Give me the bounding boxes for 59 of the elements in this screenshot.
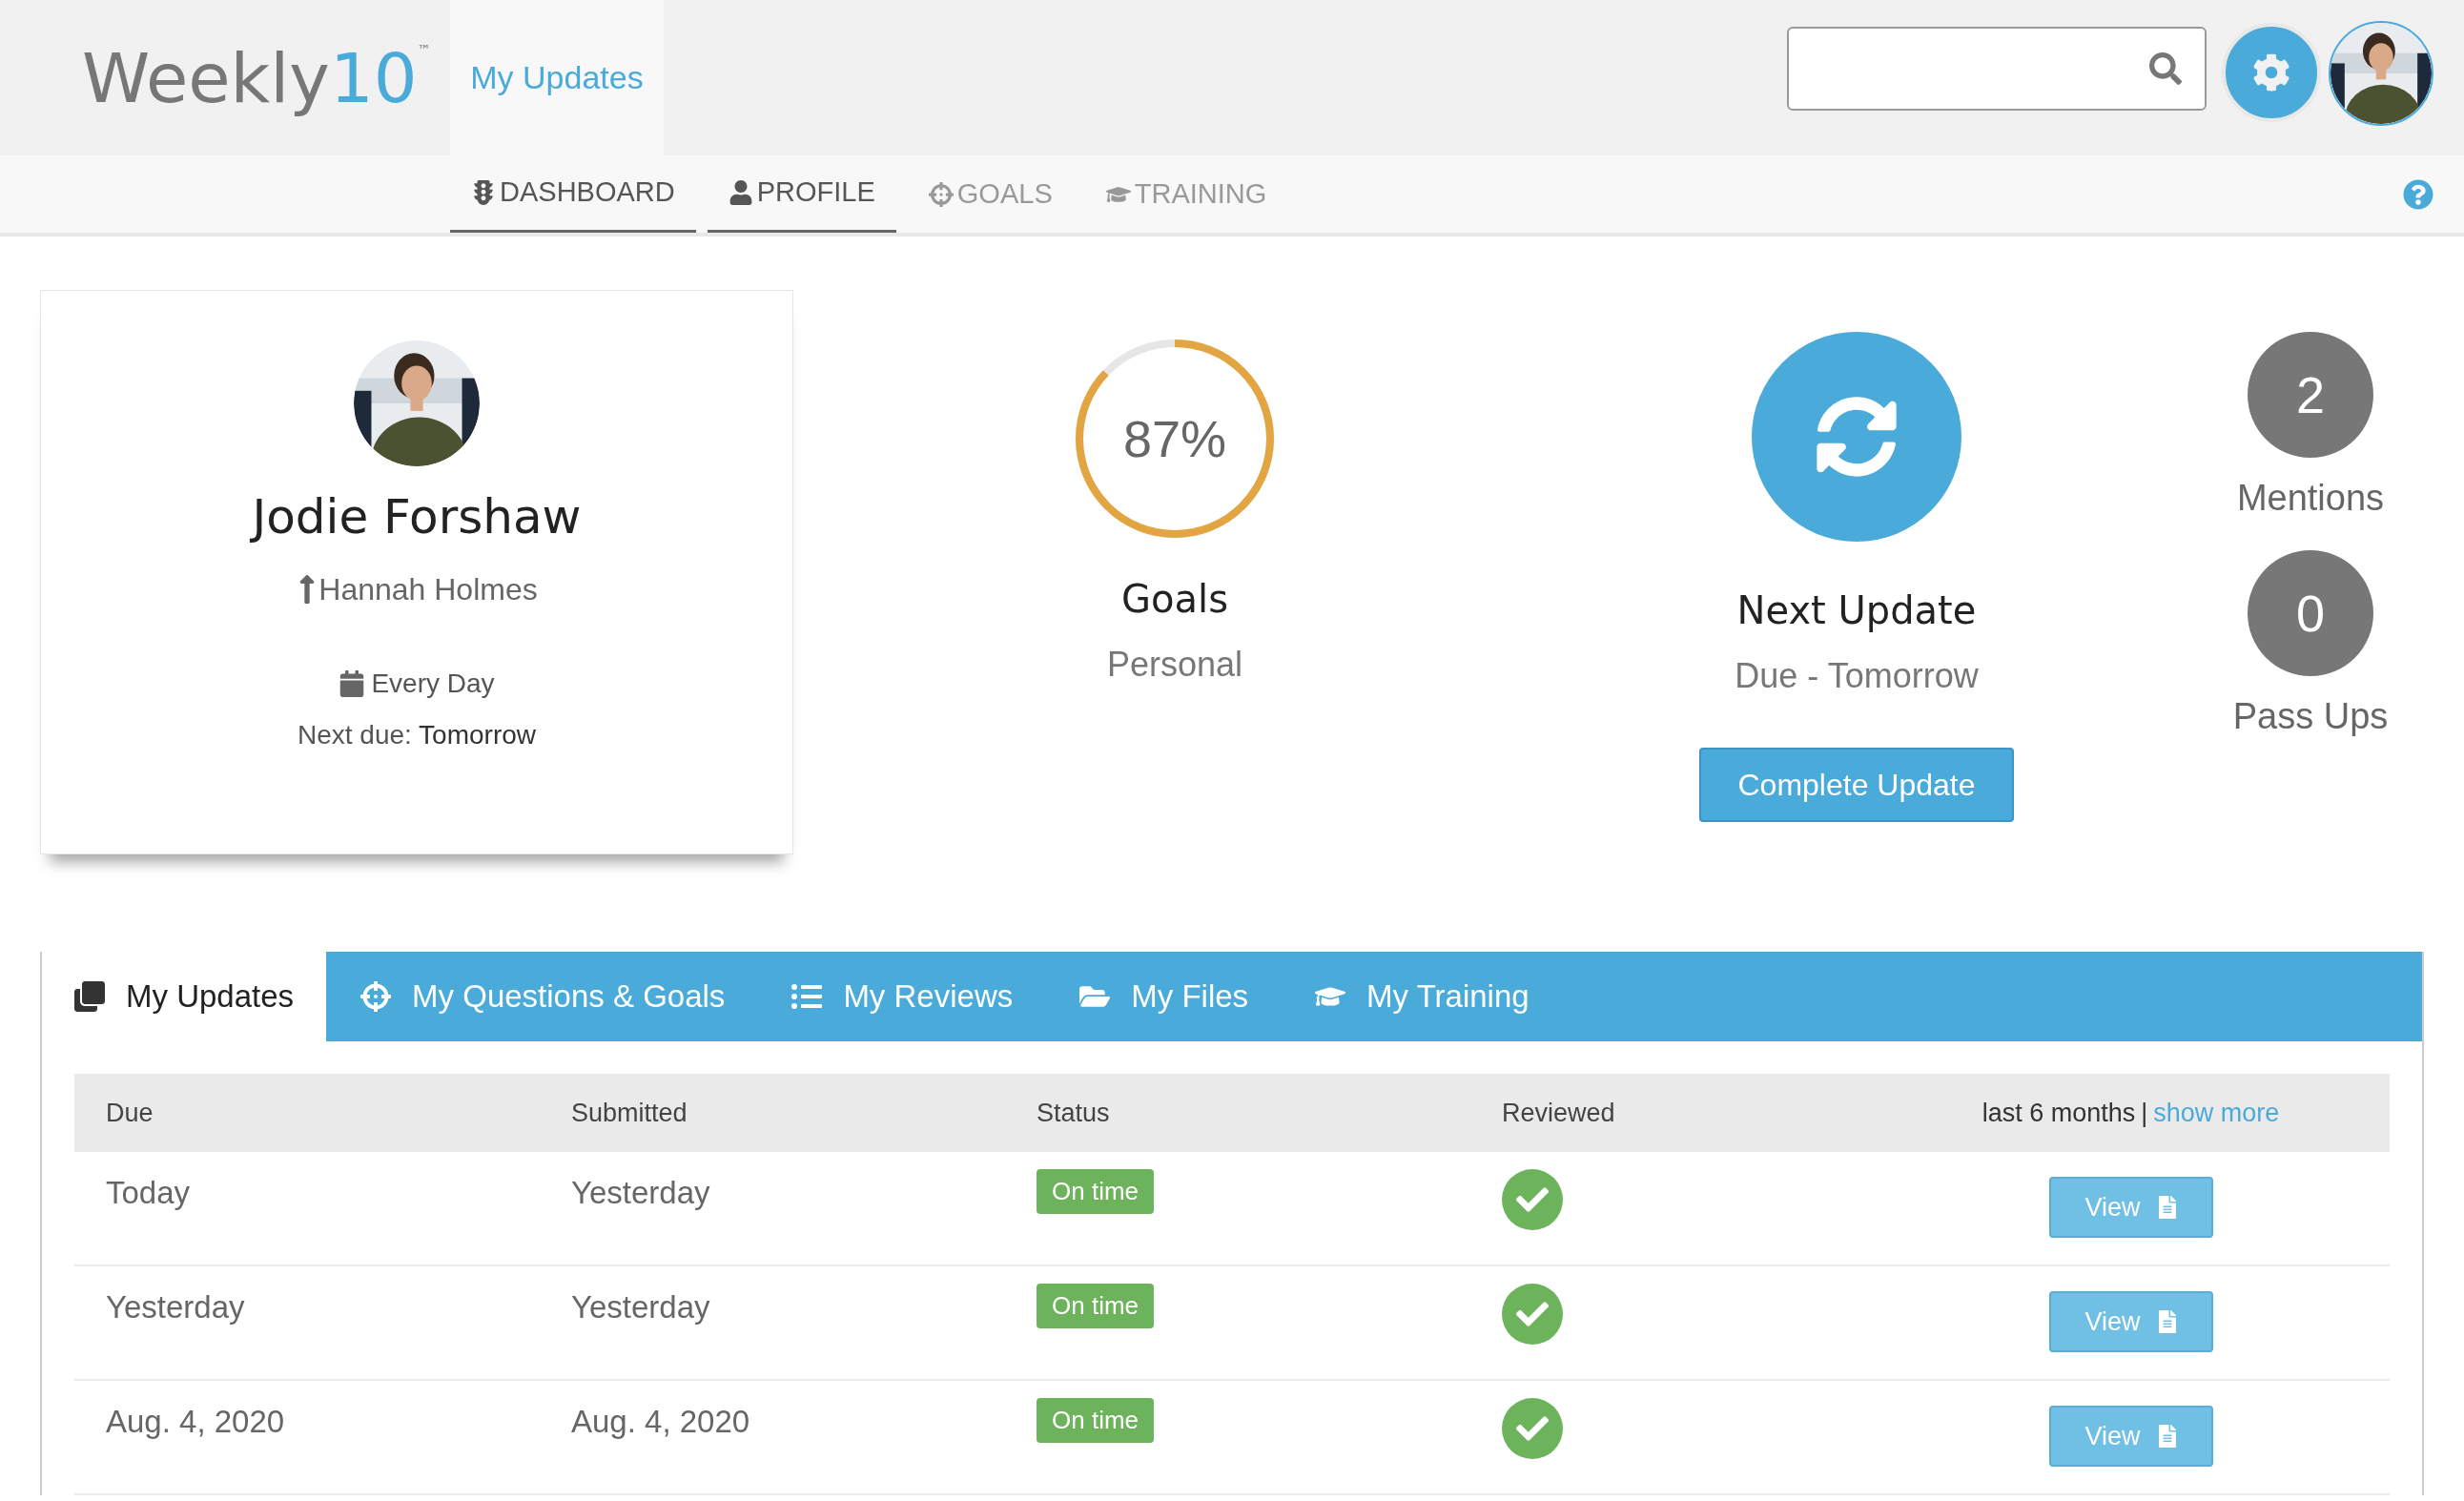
manager-name: Hannah Holmes <box>318 571 538 608</box>
help-icon[interactable] <box>2403 178 2433 210</box>
tab[interactable]: My Training <box>1315 952 1530 1041</box>
status-badge: On time <box>1037 1284 1155 1328</box>
refresh-icon <box>1816 396 1898 478</box>
goals-subtitle: Personal <box>1106 644 1243 686</box>
tab[interactable]: My Questions & Goals <box>360 952 726 1041</box>
status-badge: On time <box>1037 1169 1155 1214</box>
goals-title: Goals <box>1121 576 1228 623</box>
tab[interactable]: My Files <box>1079 952 1249 1041</box>
user-icon <box>728 180 753 205</box>
goals-percent: 87% <box>1122 408 1227 469</box>
crosshair-icon <box>928 181 954 207</box>
document-icon <box>2157 1310 2177 1333</box>
nav-tab[interactable]: PROFILE <box>707 155 896 233</box>
count-badge: 0 <box>2248 550 2373 676</box>
document-icon <box>2157 1196 2177 1219</box>
separator: | <box>2141 1097 2148 1129</box>
calendar-icon <box>339 670 366 697</box>
count-label: Pass Ups <box>2232 695 2389 738</box>
document-icon <box>2157 1425 2177 1448</box>
header-tab[interactable]: My Updates <box>450 0 664 155</box>
search-field[interactable] <box>1787 27 2207 111</box>
crosshair-icon <box>360 981 392 1012</box>
table-cell-text: Today <box>106 1174 192 1212</box>
nav-tab[interactable]: TRAINING <box>1084 155 1288 233</box>
traffic-light-icon <box>471 180 496 205</box>
view-button[interactable]: View <box>2048 1291 2213 1352</box>
complete-update-button[interactable]: Complete Update <box>1699 748 2014 822</box>
view-button[interactable]: View <box>2048 1406 2213 1467</box>
table-cell-text: Yesterday <box>106 1288 246 1326</box>
show-more-link[interactable]: show more <box>2153 1093 2280 1133</box>
table-cell-text: Aug. 4, 2020 <box>571 1403 751 1441</box>
list-icon <box>791 981 823 1012</box>
count-badge: 2 <box>2248 332 2373 458</box>
column-header: Due <box>106 1097 154 1129</box>
date-range: last 6 months <box>1981 1097 2136 1129</box>
copy-icon <box>74 981 105 1012</box>
table-cell-text: Yesterday <box>571 1174 711 1212</box>
next-due: Next due: Tomorrow <box>297 719 537 751</box>
table-cell-text: Yesterday <box>571 1288 711 1326</box>
next-update-due: Due - Tomorrow <box>1735 655 1979 697</box>
column-header: Submitted <box>571 1097 688 1129</box>
status-badge: On time <box>1037 1398 1155 1443</box>
column-header: Status <box>1037 1097 1111 1129</box>
tab[interactable]: My Updates <box>42 952 327 1041</box>
nav-tab[interactable]: GOALS <box>907 155 1074 233</box>
tab[interactable]: My Reviews <box>791 952 1014 1041</box>
search-icon <box>2149 52 2182 85</box>
column-header: Reviewed <box>1502 1097 1616 1129</box>
profile-name: Jodie Forshaw <box>252 488 582 546</box>
count-label: Mentions <box>2236 477 2385 520</box>
settings-icon <box>2252 53 2290 92</box>
nav-tab[interactable]: DASHBOARD <box>450 155 696 233</box>
next-update-title: Next Update <box>1736 587 1977 634</box>
table-cell-text: Aug. 4, 2020 <box>106 1403 286 1441</box>
frequency: Every Day <box>371 668 495 700</box>
view-button[interactable]: View <box>2048 1177 2213 1238</box>
logo[interactable]: Weekly10™ <box>0 0 450 155</box>
